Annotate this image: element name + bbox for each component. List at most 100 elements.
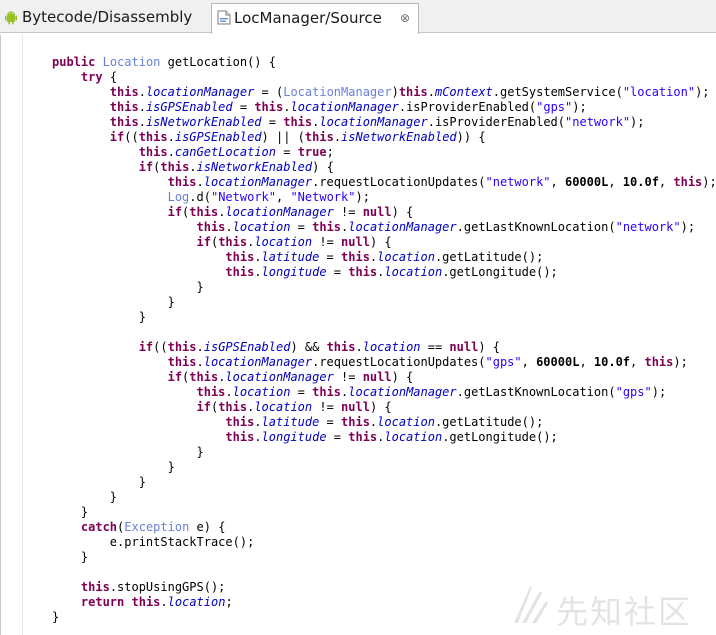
code-token-field: latitude <box>261 250 320 264</box>
tab-label: Bytecode/Disassembly <box>22 8 193 26</box>
code-line: try { <box>0 70 716 85</box>
code-token-keyword: this <box>196 220 226 234</box>
code-token-field: location <box>232 385 291 399</box>
code-token-plain: } <box>52 610 60 624</box>
code-token-plain: } <box>167 295 175 309</box>
code-line: this.location = this.locationManager.get… <box>0 220 716 235</box>
code-token-plain: != <box>333 205 363 219</box>
code-token-plain: ); <box>680 220 696 234</box>
code-token-keyword: null <box>341 235 370 249</box>
code-token-keyword: this <box>138 145 168 159</box>
code-token-string: "Network" <box>210 190 276 204</box>
code-token-plain: . <box>138 100 146 114</box>
code-token-plain: , <box>608 175 623 189</box>
code-token-field: isGPSEnabled <box>174 130 262 144</box>
code-token-plain: ); <box>673 355 688 369</box>
code-token-plain: .isProviderEnabled( <box>398 100 537 114</box>
code-line: if((this.isGPSEnabled) || (this.isNetwor… <box>0 130 716 145</box>
code-token-plain: == <box>420 340 450 354</box>
code-token-plain: .requestLocationUpdates( <box>312 175 486 189</box>
code-token-keyword: this <box>341 250 370 264</box>
code-token-string: "gps" <box>485 355 522 369</box>
code-token-string: "network" <box>615 220 681 234</box>
code-token-plain: = <box>326 430 349 444</box>
code-token-keyword: this <box>196 385 226 399</box>
code-token-plain: . <box>138 85 146 99</box>
code-token-keyword: this <box>167 175 197 189</box>
code-token-keyword: this <box>109 85 139 99</box>
code-line: } <box>0 310 716 325</box>
tab-locmanager-source[interactable]: LocManager/Source ⊗ <box>211 3 419 34</box>
code-token-field: locationManager <box>225 370 334 384</box>
code-token-plain: . <box>189 160 197 174</box>
code-token-plain: . <box>196 355 204 369</box>
code-token-plain: .getLongitude(); <box>442 265 558 279</box>
xianzhi-logo-icon <box>514 587 548 623</box>
code-token-plain: . <box>254 415 262 429</box>
code-token-keyword: this <box>189 205 219 219</box>
code-token-number: 60000L <box>564 175 609 189</box>
code-line: } <box>0 445 716 460</box>
code-token-plain: ) { <box>478 340 501 354</box>
code-token-keyword: null <box>362 370 392 384</box>
code-line: } <box>0 505 716 520</box>
code-token-plain: . <box>167 145 175 159</box>
code-token-field: location <box>254 400 313 414</box>
code-line: public Location getLocation() { <box>0 55 716 70</box>
code-token-number: 60000L <box>536 355 580 369</box>
code-line: if(this.isNetworkEnabled) { <box>0 160 716 175</box>
code-token-field: location <box>384 265 443 279</box>
code-token-string: "gps" <box>536 100 573 114</box>
code-token-keyword: if <box>196 235 211 249</box>
tab-bytecode-disassembly[interactable]: Bytecode/Disassembly <box>0 3 206 33</box>
code-token-plain: = <box>290 385 313 399</box>
code-token-number: 10.0f <box>593 355 631 369</box>
code-area[interactable]: public Location getLocation() { try { th… <box>0 55 716 625</box>
code-token-keyword: this <box>341 415 370 429</box>
code-token-keyword: this <box>673 175 703 189</box>
code-token-keyword: if <box>138 340 154 354</box>
close-tab-icon[interactable]: ⊗ <box>400 5 410 31</box>
code-token-keyword: try <box>80 70 103 84</box>
code-token-plain: , <box>579 355 594 369</box>
code-token-keyword: this <box>348 265 378 279</box>
code-token-keyword: this <box>644 355 674 369</box>
code-token-plain: e.printStackTrace(); <box>109 535 255 549</box>
code-token-plain: } <box>167 460 175 474</box>
code-token-plain: ) { <box>369 235 392 249</box>
code-token-keyword: this <box>398 85 428 99</box>
android-icon <box>5 11 17 25</box>
code-token-keyword: if <box>167 205 183 219</box>
code-token-field: locationManager <box>145 85 255 99</box>
code-token-field: location <box>232 220 291 234</box>
code-line: this.locationManager = (LocationManager)… <box>0 85 716 100</box>
code-line: this.locationManager.requestLocationUpda… <box>0 175 716 190</box>
code-token-keyword: null <box>341 400 370 414</box>
code-token-field: isNetworkEnabled <box>145 115 262 129</box>
code-token-keyword: if <box>167 370 183 384</box>
code-token-keyword: if <box>138 160 154 174</box>
code-token-field: isGPSEnabled <box>203 340 291 354</box>
code-token-plain: ); <box>695 85 710 99</box>
code-token-field: location <box>377 250 435 264</box>
code-token-keyword: null <box>362 205 392 219</box>
java-source-icon <box>217 10 231 25</box>
code-token-keyword: this <box>218 235 248 249</box>
code-token-plain: .isProviderEnabled( <box>427 115 566 129</box>
code-token-keyword: this <box>326 340 356 354</box>
code-token-plain: . <box>254 265 262 279</box>
code-token-plain: } <box>109 490 118 504</box>
